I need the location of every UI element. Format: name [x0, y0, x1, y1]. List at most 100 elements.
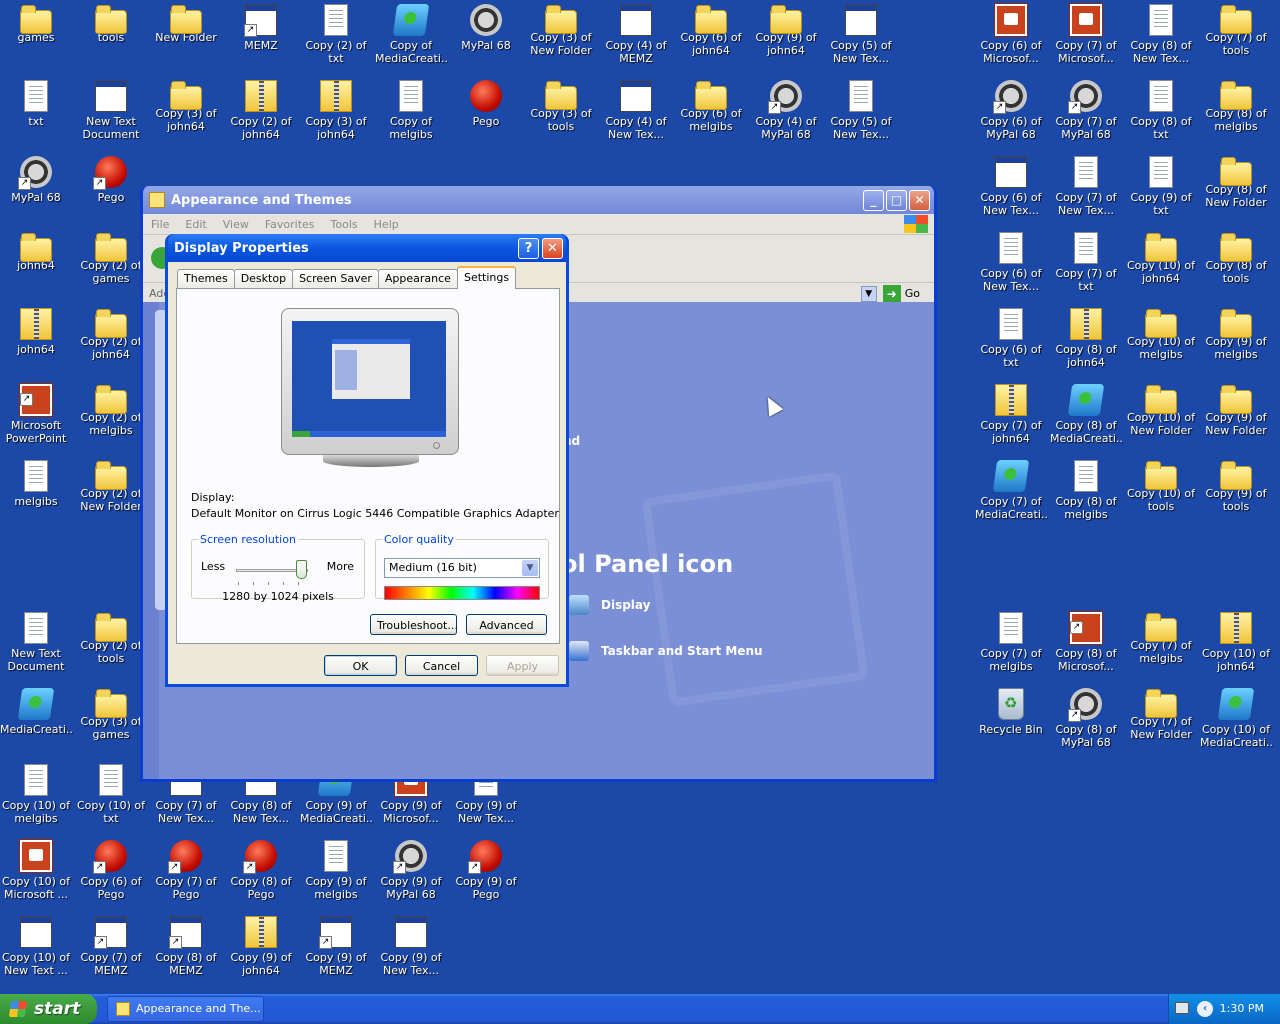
desktop-icon[interactable]: Copy (9) of tools [1199, 460, 1273, 513]
desktop-icon[interactable]: tools [74, 4, 148, 44]
desktop-icon[interactable]: Copy (3) of john64 [299, 80, 373, 141]
desktop-icon[interactable]: Copy (7) of Pego [149, 840, 223, 901]
desktop-icon[interactable]: Copy (10) of melgibs [1124, 308, 1198, 361]
tab-desktop[interactable]: Desktop [233, 269, 294, 289]
tab-screen-saver[interactable]: Screen Saver [292, 269, 379, 289]
menu-favorites[interactable]: Favorites [257, 218, 323, 231]
desktop-icon[interactable]: john64 [0, 308, 73, 356]
desktop-icon[interactable]: Copy (8) of MyPal 68 [1049, 688, 1123, 749]
desktop-icon[interactable]: Copy (7) of melgibs [1124, 612, 1198, 665]
desktop-icon[interactable]: Copy (6) of MyPal 68 [974, 80, 1048, 141]
desktop-icon[interactable]: Copy (8) of MEMZ [149, 916, 223, 977]
desktop-icon[interactable]: Copy (10) of john64 [1199, 612, 1273, 673]
desktop-icon[interactable]: Copy (2) of john64 [224, 80, 298, 141]
desktop-icon[interactable]: Copy (7) of New Tex... [1049, 156, 1123, 217]
desktop-icon[interactable]: john64 [0, 232, 73, 272]
desktop-icon[interactable]: Copy (9) of melgibs [299, 840, 373, 901]
go-button[interactable]: Go [901, 287, 934, 300]
clock[interactable]: 1:30 PM [1220, 1002, 1264, 1015]
desktop-icon[interactable]: Copy (9) of New Folder [1199, 384, 1273, 437]
desktop-icon[interactable]: Pego [74, 156, 148, 204]
troubleshoot-button[interactable]: Troubleshoot... [370, 614, 458, 635]
desktop-icon[interactable]: Recycle Bin [974, 688, 1048, 736]
help-button[interactable]: ? [518, 237, 539, 259]
desktop-icon[interactable]: MyPal 68 [0, 156, 73, 204]
chevron-left-icon[interactable]: ‹ [1197, 1001, 1213, 1017]
desktop-icon[interactable]: Copy (6) of New Tex... [974, 232, 1048, 293]
desktop-icon[interactable]: Copy (8) of john64 [1049, 308, 1123, 369]
desktop-icon[interactable]: Copy (6) of Microsof... [974, 4, 1048, 65]
advanced-button[interactable]: Advanced [466, 614, 547, 635]
desktop-icon[interactable]: Copy (9) of MyPal 68 [374, 840, 448, 901]
desktop-icon[interactable]: Copy (8) of txt [1124, 80, 1198, 141]
keyboard-icon[interactable] [1175, 1002, 1189, 1014]
desktop-icon[interactable]: Copy (2) of txt [299, 4, 373, 65]
display-properties-dialog[interactable]: Display Properties ? ✕ Themes Desktop Sc… [165, 234, 569, 687]
maximize-button[interactable]: □ [886, 189, 907, 211]
desktop-icon[interactable]: Copy (10) of melgibs [0, 764, 73, 825]
desktop-icon[interactable]: Copy (3) of tools [524, 80, 598, 133]
explorer-titlebar[interactable]: Appearance and Themes _ □ ✕ [143, 186, 934, 214]
desktop-icon[interactable]: Copy (2) of New Folder [74, 460, 148, 513]
desktop-icon[interactable]: Copy (2) of melgibs [74, 384, 148, 437]
desktop-icon[interactable]: Copy (8) of Microsof... [1049, 612, 1123, 673]
desktop-icon[interactable]: Copy (7) of MyPal 68 [1049, 80, 1123, 141]
desktop-icon[interactable]: Copy (8) of melgibs [1049, 460, 1123, 521]
desktop-icon[interactable]: Pego [449, 80, 523, 128]
desktop-icon[interactable]: melgibs [0, 460, 73, 508]
start-button[interactable]: start [0, 994, 97, 1024]
desktop-icon[interactable]: Copy (8) of New Folder [1199, 156, 1273, 209]
dialog-titlebar[interactable]: Display Properties ? ✕ [168, 234, 566, 262]
desktop-icon[interactable]: MediaCreati... [0, 688, 73, 736]
desktop-icon[interactable]: New Text Document [0, 612, 73, 673]
desktop-icon[interactable]: Copy (9) of MEMZ [299, 916, 373, 977]
taskbar-item-appearance[interactable]: Appearance and The... [107, 996, 264, 1022]
desktop-icon[interactable]: Copy (3) of games [74, 688, 148, 741]
desktop-icon[interactable]: Copy (8) of Pego [224, 840, 298, 901]
menu-tools[interactable]: Tools [323, 218, 366, 231]
desktop-icon[interactable]: Copy (4) of New Tex... [599, 80, 673, 141]
desktop-icon[interactable]: MyPal 68 [449, 4, 523, 52]
desktop-icon[interactable]: Copy (5) of New Tex... [824, 4, 898, 65]
desktop-icon[interactable]: Copy of melgibs [374, 80, 448, 141]
color-quality-select[interactable]: Medium (16 bit) ▼ [384, 558, 540, 578]
desktop-icon[interactable]: Copy (7) of melgibs [974, 612, 1048, 673]
minimize-button[interactable]: _ [863, 189, 884, 211]
desktop-icon[interactable]: Copy (6) of melgibs [674, 80, 748, 133]
desktop-icon[interactable]: Copy (10) of txt [74, 764, 148, 825]
desktop-icon[interactable]: Copy (9) of john64 [224, 916, 298, 977]
desktop-icon[interactable]: Copy (7) of MEMZ [74, 916, 148, 977]
address-dropdown-icon[interactable]: ▼ [860, 285, 877, 302]
desktop-icon[interactable]: Copy (10) of MediaCreati... [1199, 688, 1273, 749]
menu-help[interactable]: Help [366, 218, 407, 231]
go-arrow-icon[interactable]: ➜ [882, 284, 901, 303]
desktop-icon[interactable]: New Text Document [74, 80, 148, 141]
desktop-icon[interactable]: Copy (6) of Pego [74, 840, 148, 901]
display-link[interactable]: Display [569, 595, 650, 615]
close-button[interactable]: ✕ [909, 189, 930, 211]
desktop-icon[interactable]: Copy (9) of john64 [749, 4, 823, 57]
desktop-icon[interactable]: Copy (7) of MediaCreati... [974, 460, 1048, 521]
tab-settings[interactable]: Settings [456, 266, 517, 289]
desktop-icon[interactable]: Copy (4) of MEMZ [599, 4, 673, 65]
desktop-icon[interactable]: Copy (6) of New Tex... [974, 156, 1048, 217]
tab-themes[interactable]: Themes [177, 269, 235, 289]
desktop-icon[interactable]: Copy (2) of games [74, 232, 148, 285]
desktop-icon[interactable]: Copy (9) of Pego [449, 840, 523, 901]
desktop-icon[interactable]: Copy (8) of melgibs [1199, 80, 1273, 133]
desktop-icon[interactable]: Copy of MediaCreati... [374, 4, 448, 65]
desktop-icon[interactable]: Copy (6) of txt [974, 308, 1048, 369]
desktop-icon[interactable]: txt [0, 80, 73, 128]
desktop-icon[interactable]: Copy (5) of New Tex... [824, 80, 898, 141]
desktop-icon[interactable]: Copy (7) of txt [1049, 232, 1123, 293]
menu-edit[interactable]: Edit [177, 218, 214, 231]
desktop-icon[interactable]: Copy (8) of MediaCreati... [1049, 384, 1123, 445]
dialog-close-button[interactable]: ✕ [542, 237, 563, 259]
desktop-icon[interactable]: Copy (9) of New Tex... [374, 916, 448, 977]
desktop-icon[interactable]: Copy (2) of tools [74, 612, 148, 665]
desktop-icon[interactable]: Copy (6) of john64 [674, 4, 748, 57]
desktop-icon[interactable]: Copy (9) of txt [1124, 156, 1198, 217]
menu-file[interactable]: File [143, 218, 177, 231]
desktop-icon[interactable]: Copy (10) of New Text ... [0, 916, 73, 977]
desktop-icon[interactable]: Copy (10) of john64 [1124, 232, 1198, 285]
